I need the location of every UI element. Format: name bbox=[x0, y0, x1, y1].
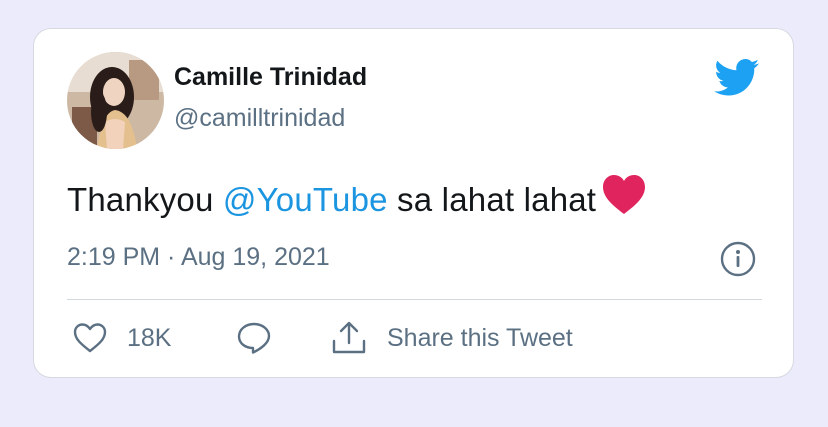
mention-link[interactable]: @YouTube bbox=[223, 181, 388, 218]
author-name[interactable]: Camille Trinidad bbox=[174, 63, 367, 92]
speech-bubble-icon bbox=[237, 322, 271, 354]
like-count: 18K bbox=[127, 323, 172, 352]
reply-button[interactable] bbox=[237, 316, 271, 360]
info-icon[interactable] bbox=[720, 241, 756, 277]
tweet-timestamp[interactable]: 2:19 PM · Aug 19, 2021 bbox=[67, 243, 330, 272]
share-button[interactable]: Share this Tweet bbox=[331, 316, 573, 360]
twitter-bird-icon[interactable] bbox=[714, 59, 760, 97]
heart-outline-icon bbox=[73, 323, 107, 353]
tweet-text: Thankyou @YouTube sa lahat lahat bbox=[67, 175, 646, 223]
share-label: Share this Tweet bbox=[387, 323, 573, 352]
like-button[interactable]: 18K bbox=[73, 316, 171, 360]
tweet-text-start: Thankyou bbox=[67, 181, 223, 218]
avatar[interactable] bbox=[67, 52, 164, 149]
divider bbox=[67, 299, 762, 300]
author-handle[interactable]: @camilltrinidad bbox=[174, 104, 345, 133]
tweet-card[interactable]: Camille Trinidad @camilltrinidad Thankyo… bbox=[33, 28, 794, 378]
red-heart-icon bbox=[602, 175, 646, 223]
tweet-text-end: sa lahat lahat bbox=[387, 181, 597, 218]
share-upload-icon bbox=[331, 321, 367, 355]
